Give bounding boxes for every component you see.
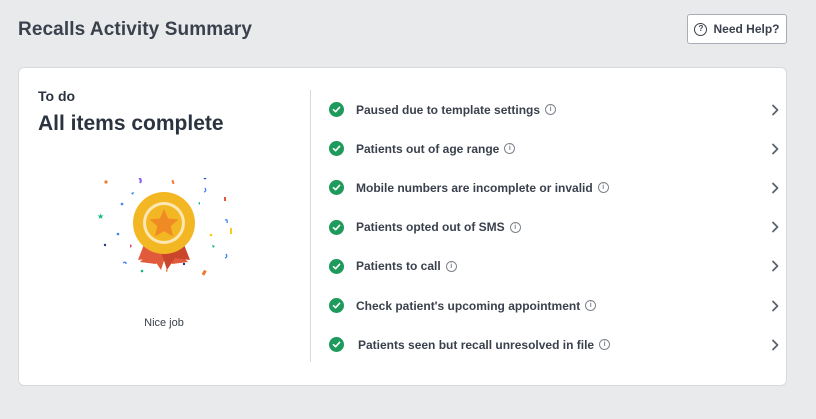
info-icon[interactable]: i [599, 339, 611, 351]
recalls-summary-card: To do All items complete ★ Nice job Paus… [18, 67, 787, 386]
check-circle-icon [329, 180, 344, 196]
chevron-right-icon[interactable] [771, 104, 779, 116]
chevron-right-icon[interactable] [771, 260, 779, 272]
list-item[interactable]: Patients opted out of SMS i [329, 208, 779, 247]
check-circle-icon [329, 102, 344, 118]
item-label: Mobile numbers are incomplete or invalid [356, 180, 593, 195]
check-circle-icon [329, 141, 344, 157]
question-circle-icon: ? [694, 22, 708, 36]
item-label: Check patient's upcoming appointment [356, 298, 581, 313]
item-label: Patients out of age range [356, 141, 500, 156]
vertical-divider [310, 90, 311, 362]
item-label: Paused due to template settings [356, 102, 541, 117]
need-help-label: Need Help? [713, 22, 780, 36]
checklist: Paused due to template settings i Patien… [329, 90, 779, 364]
check-circle-icon [329, 298, 344, 314]
nice-job-caption: Nice job [144, 317, 184, 329]
info-icon[interactable]: i [509, 221, 521, 233]
check-circle-icon [329, 337, 344, 353]
need-help-button[interactable]: ? Need Help? [687, 14, 787, 44]
award-illustration: ★ [94, 176, 234, 308]
award-medal-icon: ★ [97, 176, 232, 276]
chevron-right-icon[interactable] [771, 339, 779, 351]
info-icon[interactable]: i [545, 104, 557, 116]
chevron-right-icon[interactable] [771, 182, 779, 194]
list-item[interactable]: Mobile numbers are incomplete or invalid… [329, 168, 779, 207]
chevron-right-icon[interactable] [771, 300, 779, 312]
page-title: Recalls Activity Summary [18, 19, 253, 40]
item-label: Patients to call [356, 259, 441, 274]
item-label: Patients seen but recall unresolved in f… [358, 337, 595, 352]
todo-label: To do [38, 88, 76, 104]
status-title: All items complete [38, 112, 224, 135]
list-item[interactable]: Patients seen but recall unresolved in f… [329, 325, 779, 364]
info-icon[interactable]: i [504, 143, 516, 155]
info-icon[interactable]: i [445, 260, 457, 272]
svg-text:★: ★ [97, 212, 104, 221]
check-circle-icon [329, 219, 344, 235]
item-label: Patients opted out of SMS [356, 220, 505, 235]
list-item[interactable]: Patients to call i [329, 247, 779, 286]
chevron-right-icon[interactable] [771, 221, 779, 233]
check-circle-icon [329, 258, 344, 274]
info-icon[interactable]: i [585, 300, 597, 312]
list-item[interactable]: Paused due to template settings i [329, 90, 779, 129]
info-icon[interactable]: i [597, 182, 609, 194]
chevron-right-icon[interactable] [771, 143, 779, 155]
list-item[interactable]: Patients out of age range i [329, 129, 779, 168]
list-item[interactable]: Check patient's upcoming appointment i [329, 286, 779, 325]
